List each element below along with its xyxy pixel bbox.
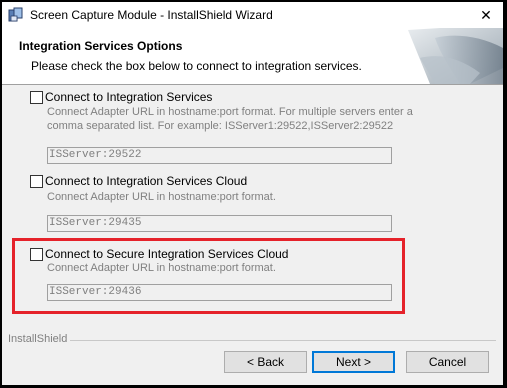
highlight-box xyxy=(12,238,405,314)
close-icon[interactable]: ✕ xyxy=(471,2,501,28)
page-title: Integration Services Options xyxy=(19,39,183,53)
banner-graphic xyxy=(400,28,503,84)
installshield-brand: InstallShield xyxy=(8,333,68,345)
checkbox-integration-services-cloud[interactable] xyxy=(30,175,43,188)
option-description: Connect Adapter URL in hostname:port for… xyxy=(47,106,413,118)
back-button[interactable]: < Back xyxy=(224,351,307,373)
option-label[interactable]: Connect to Integration Services xyxy=(45,90,212,104)
checkbox-integration-services[interactable] xyxy=(30,91,43,104)
window-title: Screen Capture Module - InstallShield Wi… xyxy=(30,8,273,22)
option-label[interactable]: Connect to Integration Services Cloud xyxy=(45,174,247,188)
option-description: comma separated list. For example: ISSer… xyxy=(47,120,394,132)
next-button[interactable]: Next > xyxy=(312,351,395,373)
installer-app-icon xyxy=(8,7,23,22)
installer-window: Screen Capture Module - InstallShield Wi… xyxy=(2,2,503,385)
option-description: Connect Adapter URL in hostname:port for… xyxy=(47,191,276,203)
title-bar[interactable]: Screen Capture Module - InstallShield Wi… xyxy=(2,2,503,28)
adapter-url-input[interactable]: ISServer:29435 xyxy=(47,215,392,232)
header-banner: Integration Services Options Please chec… xyxy=(2,28,503,85)
footer-divider xyxy=(70,340,496,341)
adapter-url-input[interactable]: ISServer:29522 xyxy=(47,147,392,164)
cancel-button[interactable]: Cancel xyxy=(406,351,489,373)
page-subtitle: Please check the box below to connect to… xyxy=(31,59,362,73)
